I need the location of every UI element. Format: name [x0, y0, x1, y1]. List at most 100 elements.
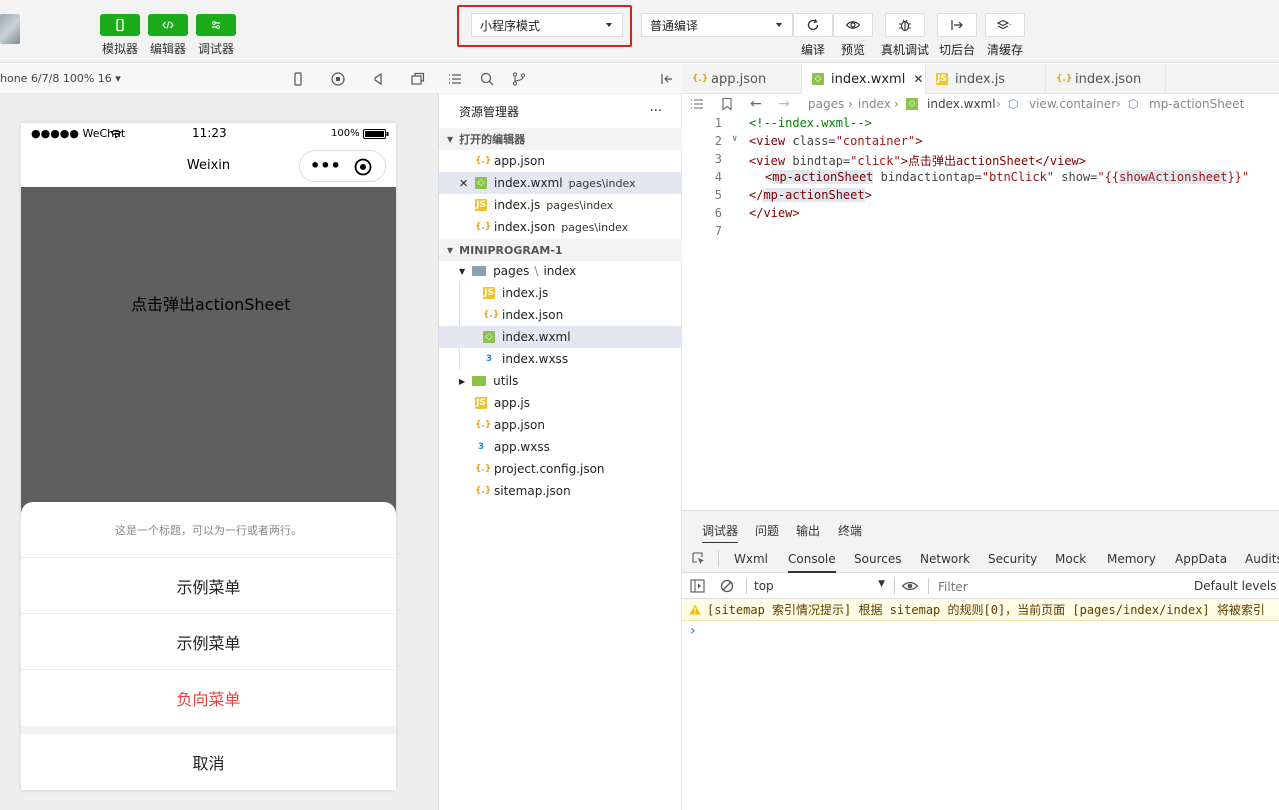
- window-icon[interactable]: [410, 71, 426, 87]
- action-sheet-item-warn[interactable]: 负向菜单: [21, 670, 396, 726]
- forward-arrow-icon[interactable]: →: [778, 96, 790, 112]
- console-filter-input[interactable]: [934, 577, 1186, 596]
- action-sheet-cancel[interactable]: 取消: [21, 734, 396, 790]
- action-sheet-item-2[interactable]: 示例菜单: [21, 614, 396, 670]
- tab-debugger[interactable]: 调试器: [702, 522, 739, 543]
- inspect-icon[interactable]: [691, 551, 706, 566]
- tab-app-json[interactable]: {.} app.json: [682, 64, 802, 94]
- close-icon[interactable]: ✕: [459, 177, 475, 190]
- breadcrumb-item[interactable]: index.wxml: [927, 97, 996, 111]
- tab-appdata[interactable]: AppData: [1175, 552, 1227, 566]
- tree-file[interactable]: {.} project.config.json: [439, 458, 682, 480]
- open-editor-item-active[interactable]: ✕ ◇ index.wxml pages\index: [439, 172, 682, 194]
- compile-button[interactable]: [793, 13, 833, 37]
- mode-select[interactable]: 小程序模式: [471, 13, 623, 37]
- debugger-toggle-button[interactable]: [196, 14, 236, 36]
- open-editors-section[interactable]: ▼ 打开的编辑器: [439, 128, 682, 150]
- device-select[interactable]: hone 6/7/8 100% 16 ▾: [0, 72, 121, 85]
- more-icon[interactable]: ···: [650, 104, 662, 119]
- code-editor[interactable]: 1 2 3 4 5 6 7 ∨ <!--index.wxml--> <view …: [682, 114, 1279, 510]
- code-line-2: <view class="container">: [749, 134, 922, 148]
- volume-icon[interactable]: [370, 71, 386, 87]
- background-button[interactable]: [937, 13, 977, 37]
- list-icon[interactable]: [447, 71, 463, 87]
- line-number: 5: [714, 188, 722, 202]
- phone-rotate-icon[interactable]: [290, 71, 306, 87]
- back-arrow-icon[interactable]: ←: [750, 96, 762, 112]
- console-prompt-icon[interactable]: ›: [690, 623, 696, 639]
- tab-problems[interactable]: 问题: [755, 522, 779, 539]
- tree-file[interactable]: {.} index.json: [439, 304, 682, 326]
- preview-button[interactable]: [833, 13, 873, 37]
- folder-utils[interactable]: ▶ utils: [439, 370, 682, 392]
- avatar[interactable]: [0, 14, 20, 44]
- chevron-right-icon: ▶: [459, 376, 466, 386]
- console-warning-message: [sitemap 索引情况提示] 根据 sitemap 的规则[0]，当前页面 …: [682, 599, 1279, 621]
- code-line-6: </view>: [749, 206, 800, 220]
- simulator-toggle-button[interactable]: [100, 14, 140, 36]
- tree-file[interactable]: JS app.js: [439, 392, 682, 414]
- open-actionsheet-text[interactable]: 点击弹出actionSheet: [131, 291, 291, 315]
- capsule-menu[interactable]: •••: [299, 150, 386, 182]
- collapse-panel-icon[interactable]: [659, 71, 675, 87]
- tab-security[interactable]: Security: [988, 552, 1037, 566]
- eye-icon[interactable]: [901, 578, 919, 594]
- folder-name: pages: [493, 264, 530, 278]
- tree-file-selected[interactable]: ◇ index.wxml: [439, 326, 682, 348]
- list-icon[interactable]: [690, 97, 704, 111]
- breadcrumb-item[interactable]: pages: [808, 97, 844, 111]
- breadcrumb-item[interactable]: view.container: [1029, 97, 1116, 111]
- tree-file[interactable]: 3 app.wxss: [439, 436, 682, 458]
- tab-index-wxml[interactable]: ◇ index.wxml ✕: [802, 64, 926, 94]
- close-circle-icon[interactable]: [354, 158, 372, 176]
- tab-index-json[interactable]: {.} index.json: [1046, 64, 1166, 94]
- more-dots-icon[interactable]: •••: [310, 156, 341, 175]
- tab-output[interactable]: 输出: [796, 522, 820, 539]
- tab-console[interactable]: Console: [788, 552, 836, 573]
- tree-file[interactable]: {.} sitemap.json: [439, 480, 682, 502]
- clear-cache-button[interactable]: [985, 13, 1025, 37]
- compile-select[interactable]: 普通编译: [641, 13, 793, 37]
- branch-icon[interactable]: [511, 71, 527, 87]
- stop-icon[interactable]: [330, 71, 346, 87]
- tab-audits[interactable]: Audits: [1245, 552, 1279, 566]
- tree-file-name: index.wxss: [502, 352, 569, 366]
- tab-network[interactable]: Network: [920, 552, 970, 566]
- tab-mock[interactable]: Mock: [1055, 552, 1086, 566]
- open-editor-item[interactable]: {.} app.json: [439, 150, 682, 172]
- clear-console-icon[interactable]: [720, 579, 734, 593]
- context-select[interactable]: top ▼: [752, 577, 887, 595]
- json-file-icon: {.}: [692, 74, 709, 84]
- editor-toggle-button[interactable]: [148, 14, 188, 36]
- breadcrumb-item[interactable]: index: [858, 97, 891, 111]
- breadcrumb-item[interactable]: mp-actionSheet: [1149, 97, 1244, 111]
- project-section[interactable]: ▼ MINIPROGRAM-1: [439, 239, 682, 261]
- bookmark-icon[interactable]: [720, 97, 734, 111]
- tab-memory[interactable]: Memory: [1107, 552, 1156, 566]
- tree-file[interactable]: 3 index.wxss: [439, 348, 682, 370]
- tab-terminal[interactable]: 终端: [838, 522, 862, 539]
- log-levels-select[interactable]: Default levels ▾: [1194, 579, 1279, 593]
- close-icon[interactable]: ✕: [913, 72, 923, 86]
- search-icon[interactable]: [479, 71, 495, 87]
- project-label: MINIPROGRAM-1: [459, 243, 563, 257]
- open-editor-item[interactable]: {.} index.json pages\index: [439, 216, 682, 238]
- action-sheet-item-1[interactable]: 示例菜单: [21, 558, 396, 614]
- remote-debug-button[interactable]: [885, 13, 925, 37]
- tree-file[interactable]: JS index.js: [439, 282, 682, 304]
- file-explorer: 资源管理器 ··· ▼ 打开的编辑器 {.} app.json ✕ ◇ inde…: [439, 64, 682, 810]
- line-number: 1: [714, 116, 722, 130]
- tab-wxml[interactable]: Wxml: [734, 552, 768, 566]
- open-editor-item[interactable]: JS index.js pages\index: [439, 194, 682, 216]
- sidebar-toggle-icon[interactable]: [690, 579, 705, 593]
- tab-index-js[interactable]: JS index.js: [926, 64, 1046, 94]
- code-token: bindactiontap=: [873, 170, 982, 184]
- folder-pages[interactable]: ▼ pages \ index: [439, 260, 682, 282]
- tree-file[interactable]: {.} app.json: [439, 414, 682, 436]
- debugger-label: 调试器: [197, 42, 234, 56]
- tree-file-name: index.wxml: [502, 330, 571, 344]
- tab-sources[interactable]: Sources: [854, 552, 901, 566]
- code-token: "click": [850, 154, 901, 168]
- code-token: bindtap=: [785, 154, 851, 168]
- fold-chevron-icon[interactable]: ∨: [732, 134, 737, 144]
